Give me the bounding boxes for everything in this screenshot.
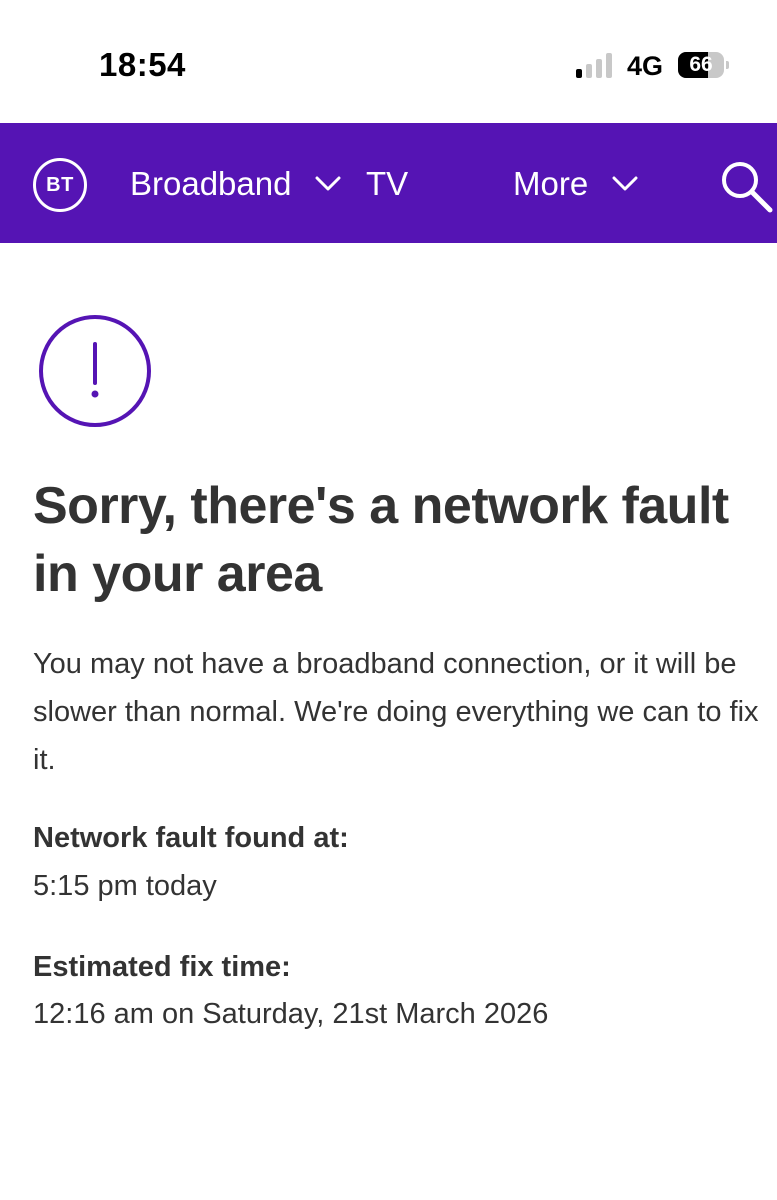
nav-item-broadband[interactable]: Broadband: [130, 163, 341, 205]
chevron-down-icon: [315, 176, 341, 191]
signal-strength-icon: [576, 52, 616, 78]
top-navbar: BT Broadband TV More: [0, 123, 777, 243]
page-title: Sorry, there's a network fault in your a…: [33, 477, 729, 603]
nav-item-label: TV: [366, 165, 409, 202]
fix-time-label: Estimated fix time:: [33, 951, 291, 983]
network-type: 4G: [627, 51, 664, 81]
nav-item-label: Broadband: [130, 165, 292, 202]
chevron-down-icon: [612, 176, 638, 191]
battery-icon: 66: [678, 52, 729, 78]
bt-logo[interactable]: BT: [33, 158, 87, 212]
fault-found-label: Network fault found at:: [33, 822, 349, 854]
alert-circle-icon: [39, 315, 151, 427]
nav-item-tv[interactable]: TV: [366, 163, 408, 205]
fault-found-value: 5:15 pm today: [33, 870, 217, 902]
status-time: 18:54: [99, 46, 186, 83]
nav-item-label: More: [513, 165, 589, 202]
nav-item-more[interactable]: More: [513, 163, 638, 205]
fault-description: You may not have a broadband connection,…: [33, 648, 759, 776]
battery-level: 66: [689, 53, 713, 76]
search-icon[interactable]: [718, 158, 774, 214]
page: 18:54 4G 66 BT Broadband TV More Sorry, …: [0, 0, 777, 1200]
fix-time-value: 12:16 am on Saturday, 21st March 2026: [33, 998, 549, 1030]
status-bar: 18:54 4G 66: [0, 0, 777, 123]
